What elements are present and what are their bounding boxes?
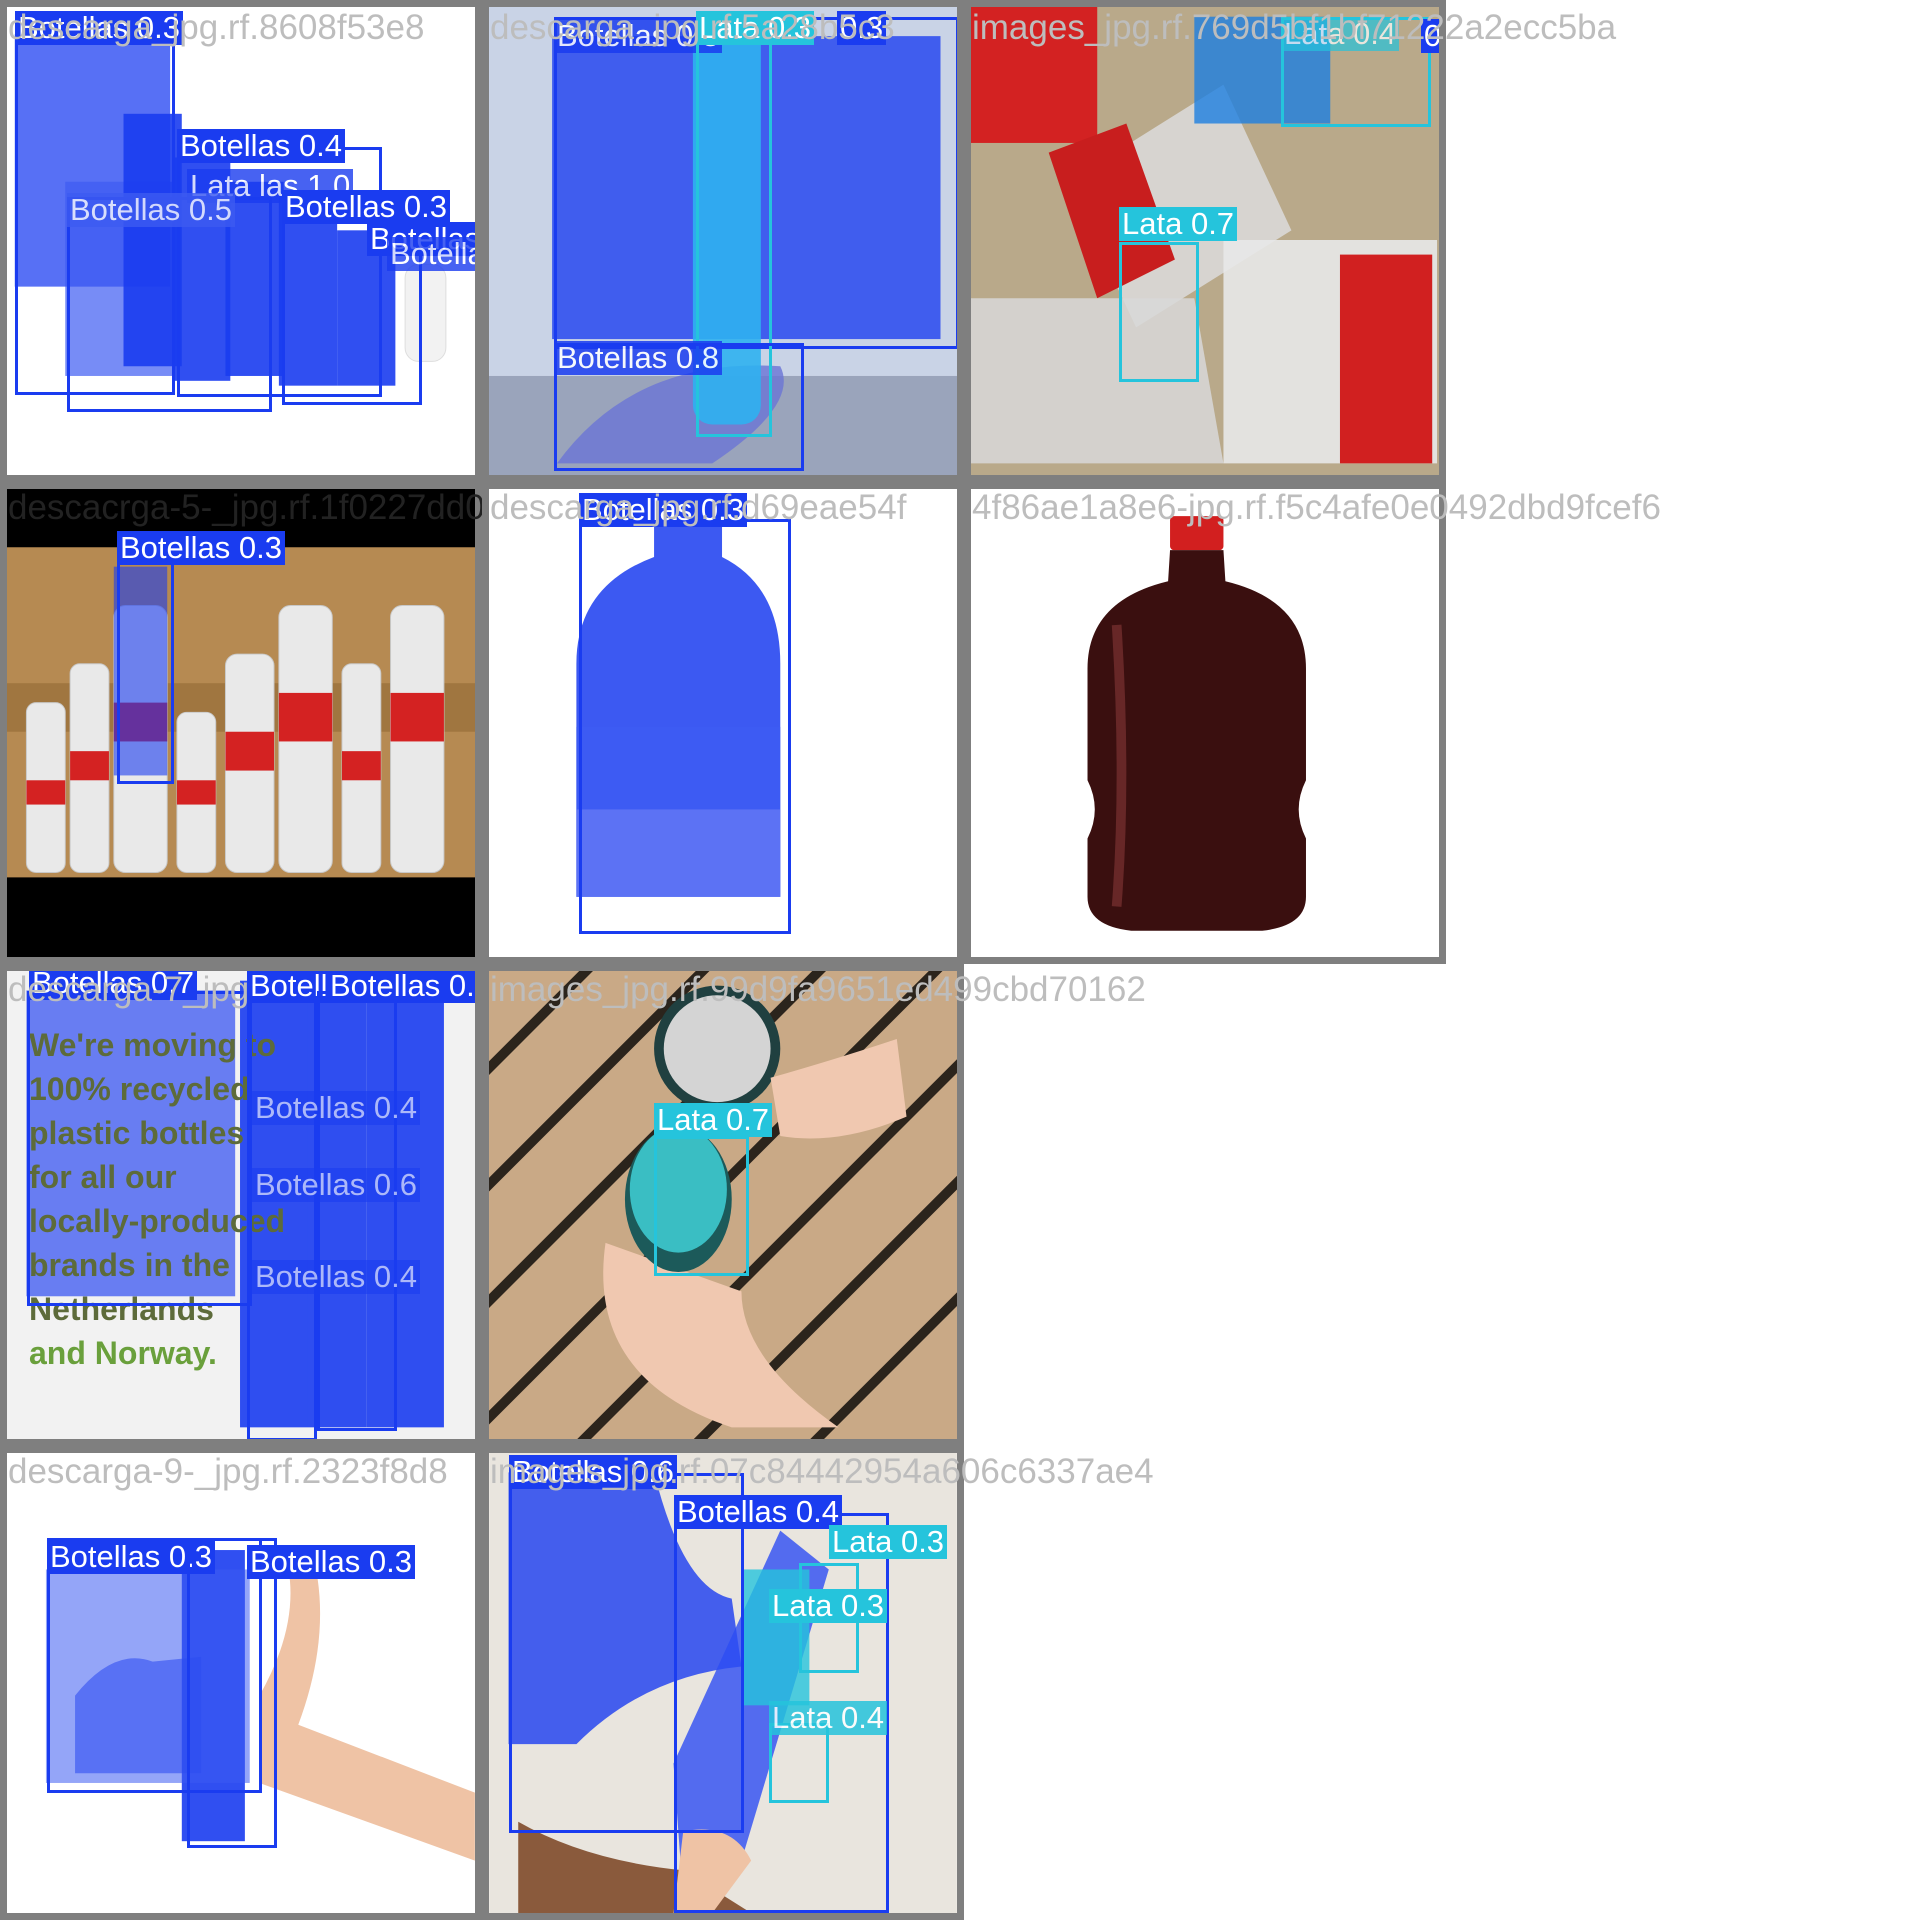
detection-label: Botellas 0.6	[252, 1168, 420, 1202]
mosaic-tile: Botellas 0.3 Botellas 0.4 Lata las 1.0 B…	[0, 0, 482, 482]
detection-box	[317, 991, 397, 1431]
detection-label: Lata 0.4	[769, 1701, 888, 1735]
detection-label: 0.3	[837, 11, 887, 45]
scene-cola-bottle	[971, 489, 1439, 957]
detection-label: Botellas 0.3	[117, 531, 285, 565]
detection-box	[187, 1538, 277, 1848]
detection-label: Botellas 0.3	[327, 971, 475, 1003]
detection-box	[247, 981, 317, 1439]
detection-label: Lata 0.3	[829, 1525, 948, 1559]
mosaic-tile: Botellas 0.3 Botellas 0.3	[0, 1446, 482, 1920]
detection-box	[1119, 242, 1199, 382]
detection-label: Lata 0.3	[696, 11, 815, 45]
detection-box	[27, 991, 252, 1306]
detection-label: Botellas 0.4	[252, 1260, 420, 1294]
detection-label: Lata 0.4	[1281, 17, 1400, 51]
detection-label: Botellas 0.7	[29, 971, 197, 1000]
detection-label: Botellas 0.5	[67, 193, 235, 227]
detection-box	[579, 519, 791, 934]
detection-label: Botellas 0.8	[554, 341, 722, 375]
mosaic-tile: Botellas 0.3 Lata 0.3 0.3 Botellas 0.8	[482, 0, 964, 482]
detection-label: Botellas 0.6	[509, 1455, 677, 1489]
detection-label: Botellas 0.4	[674, 1495, 842, 1529]
detection-label: Botellas 0.4	[177, 129, 345, 163]
detection-box	[769, 1723, 829, 1803]
detection-label: Botellas 0.3	[282, 190, 450, 224]
detection-label: 0.5	[1421, 19, 1439, 53]
mosaic-tile	[964, 482, 1446, 964]
mosaic-tile: Botellas 0.3	[482, 482, 964, 964]
detection-label: Botellas 0.4	[252, 1091, 420, 1125]
mosaic-tile: We're moving to 100% recycled plastic bo…	[0, 964, 482, 1446]
detection-box	[654, 1136, 749, 1276]
mosaic-tile: Lata 0.4 0.5 Lata 0.7	[964, 0, 1446, 482]
detection-box	[67, 197, 272, 412]
detection-label: Lata 0.7	[1119, 207, 1238, 241]
detection-label: Lata 0.3	[769, 1589, 888, 1623]
mosaic-tile: Botellas 0.6 Botellas 0.4 Lata 0.3 Lata …	[482, 1446, 964, 1920]
detection-label: Botellas 0.3	[247, 1545, 415, 1579]
mosaic-tile: Botellas 0.3	[0, 482, 482, 964]
detection-box	[117, 559, 174, 784]
detection-label: Botellas 0.9	[387, 237, 475, 271]
detection-label: Lata 0.7	[654, 1103, 773, 1137]
detection-label: Botellas 0.3	[579, 493, 747, 527]
detection-label: Botellas 0.3	[15, 11, 183, 45]
mosaic-tile: Lata 0.7	[482, 964, 964, 1446]
